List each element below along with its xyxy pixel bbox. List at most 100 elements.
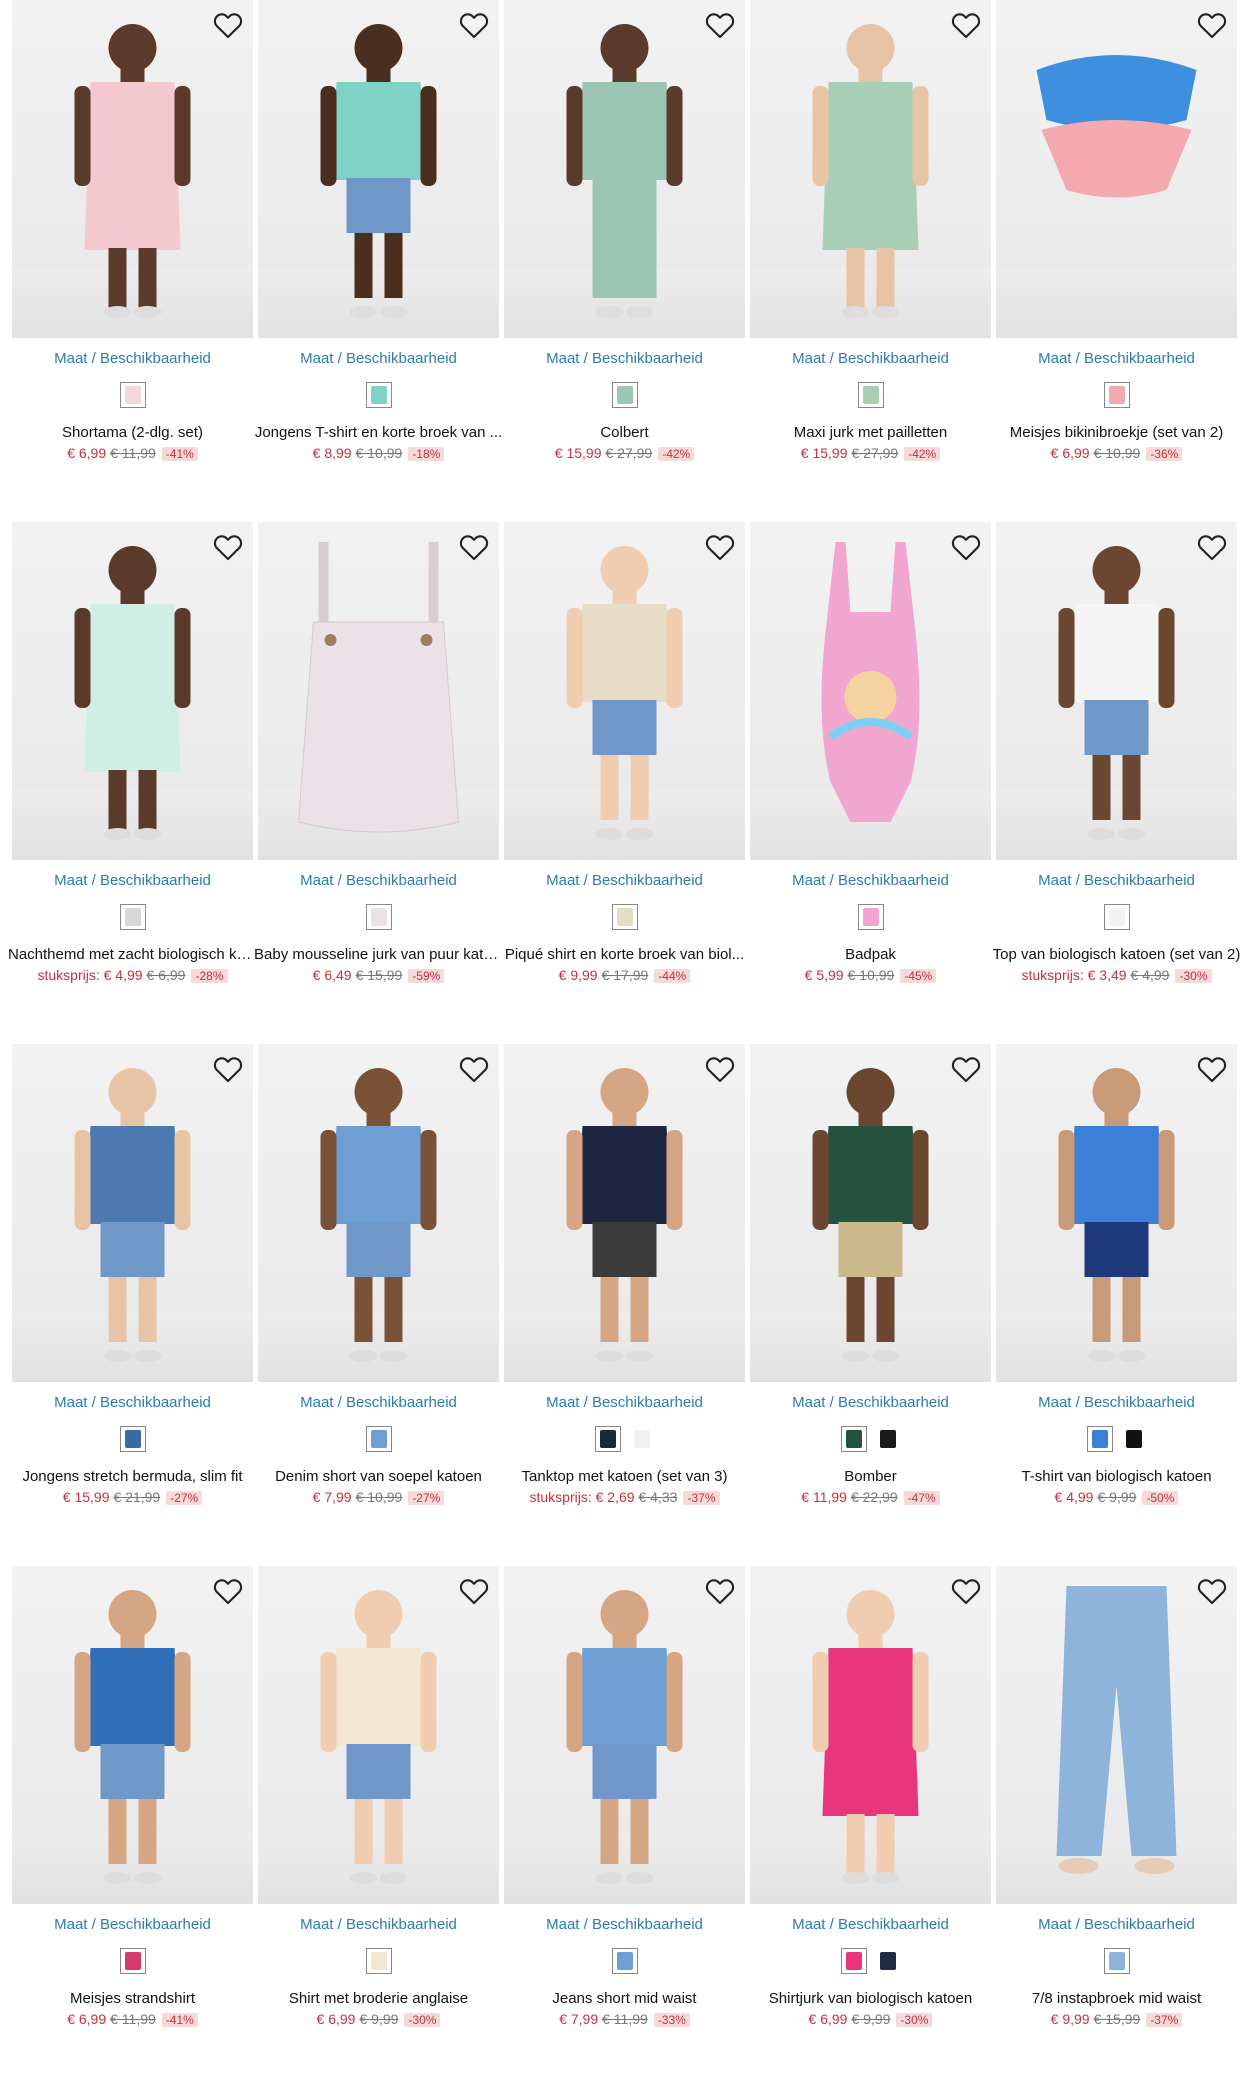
- product-image[interactable]: [750, 0, 991, 338]
- size-availability-link[interactable]: Maat / Beschikbaarheid: [750, 350, 991, 367]
- product-name[interactable]: Tanktop met katoen (set van 3): [500, 1468, 749, 1485]
- product-name[interactable]: Badpak: [746, 946, 995, 963]
- size-availability-link[interactable]: Maat / Beschikbaarheid: [504, 350, 745, 367]
- size-availability-link[interactable]: Maat / Beschikbaarheid: [504, 1394, 745, 1411]
- product-card[interactable]: Maat / Beschikbaarheid Jongens T-shirt e…: [255, 0, 502, 480]
- product-image[interactable]: [504, 0, 745, 338]
- heart-outline-icon[interactable]: [211, 530, 245, 564]
- product-name[interactable]: Baby mousseline jurk van puur katoen: [254, 946, 503, 963]
- color-swatch[interactable]: [119, 1426, 146, 1452]
- product-image[interactable]: [996, 522, 1237, 860]
- heart-outline-icon[interactable]: [1195, 1574, 1229, 1608]
- heart-outline-icon[interactable]: [703, 8, 737, 42]
- color-swatch[interactable]: [1086, 1426, 1113, 1452]
- product-image[interactable]: [750, 522, 991, 860]
- color-swatch[interactable]: [119, 1948, 146, 1974]
- product-name[interactable]: Shortama (2-dlg. set): [8, 424, 257, 441]
- color-swatch[interactable]: [1103, 904, 1130, 930]
- product-name[interactable]: Maxi jurk met pailletten: [746, 424, 995, 441]
- color-swatch[interactable]: [1103, 1948, 1130, 1974]
- color-swatch[interactable]: [874, 1948, 901, 1974]
- size-availability-link[interactable]: Maat / Beschikbaarheid: [12, 350, 253, 367]
- product-card[interactable]: Maat / Beschikbaarheid Jongens stretch b…: [12, 1044, 253, 1524]
- product-card[interactable]: Maat / Beschikbaarheid Meisjes strandshi…: [12, 1566, 253, 2046]
- product-card[interactable]: Maat / Beschikbaarheid Nachthemd met zac…: [8, 522, 257, 1002]
- product-card[interactable]: Maat / Beschikbaarheid Top van biologisc…: [993, 522, 1240, 1002]
- color-swatch[interactable]: [874, 1426, 901, 1452]
- heart-outline-icon[interactable]: [211, 1574, 245, 1608]
- product-image[interactable]: [996, 1044, 1237, 1382]
- product-name[interactable]: Meisjes strandshirt: [8, 1990, 257, 2007]
- product-name[interactable]: Jongens stretch bermuda, slim fit: [8, 1468, 257, 1485]
- product-card[interactable]: Maat / Beschikbaarheid Colbert € 15,99 € …: [504, 0, 745, 480]
- color-swatch[interactable]: [611, 904, 638, 930]
- color-swatch[interactable]: [1120, 1426, 1147, 1452]
- product-name[interactable]: Jeans short mid waist: [500, 1990, 749, 2007]
- color-swatch[interactable]: [840, 1948, 867, 1974]
- color-swatch[interactable]: [594, 1426, 621, 1452]
- product-name[interactable]: Shirt met broderie anglaise: [254, 1990, 503, 2007]
- product-card[interactable]: Maat / Beschikbaarheid T-shirt van biolo…: [996, 1044, 1237, 1524]
- product-image[interactable]: [12, 0, 253, 338]
- size-availability-link[interactable]: Maat / Beschikbaarheid: [996, 1394, 1237, 1411]
- size-availability-link[interactable]: Maat / Beschikbaarheid: [12, 872, 253, 889]
- product-image[interactable]: [504, 1566, 745, 1904]
- product-card[interactable]: Maat / Beschikbaarheid Shirt met broderi…: [258, 1566, 499, 2046]
- color-swatch[interactable]: [628, 1426, 655, 1452]
- heart-outline-icon[interactable]: [211, 8, 245, 42]
- color-swatch[interactable]: [857, 904, 884, 930]
- size-availability-link[interactable]: Maat / Beschikbaarheid: [504, 1916, 745, 1933]
- product-name[interactable]: Jongens T-shirt en korte broek van ...: [254, 424, 503, 441]
- product-image[interactable]: [996, 1566, 1237, 1904]
- heart-outline-icon[interactable]: [949, 8, 983, 42]
- size-availability-link[interactable]: Maat / Beschikbaarheid: [750, 1394, 991, 1411]
- size-availability-link[interactable]: Maat / Beschikbaarheid: [258, 1916, 499, 1933]
- size-availability-link[interactable]: Maat / Beschikbaarheid: [750, 1916, 991, 1933]
- size-availability-link[interactable]: Maat / Beschikbaarheid: [12, 1394, 253, 1411]
- product-name[interactable]: Nachthemd met zacht biologisch ka...: [8, 946, 257, 963]
- product-name[interactable]: 7/8 instapbroek mid waist: [992, 1990, 1241, 2007]
- product-image[interactable]: [996, 0, 1237, 338]
- product-image[interactable]: [750, 1566, 991, 1904]
- heart-outline-icon[interactable]: [703, 1052, 737, 1086]
- size-availability-link[interactable]: Maat / Beschikbaarheid: [996, 872, 1237, 889]
- product-card[interactable]: Maat / Beschikbaarheid Denim short van s…: [258, 1044, 499, 1524]
- product-name[interactable]: Shirtjurk van biologisch katoen: [746, 1990, 995, 2007]
- heart-outline-icon[interactable]: [457, 1052, 491, 1086]
- color-swatch[interactable]: [365, 1948, 392, 1974]
- product-name[interactable]: Piqué shirt en korte broek van biol...: [500, 946, 749, 963]
- product-card[interactable]: Maat / Beschikbaarheid Badpak € 5,99 € 10…: [750, 522, 991, 1002]
- product-name[interactable]: Meisjes bikinibroekje (set van 2): [992, 424, 1241, 441]
- product-name[interactable]: T-shirt van biologisch katoen: [992, 1468, 1241, 1485]
- size-availability-link[interactable]: Maat / Beschikbaarheid: [504, 872, 745, 889]
- color-swatch[interactable]: [611, 1948, 638, 1974]
- heart-outline-icon[interactable]: [457, 8, 491, 42]
- product-name[interactable]: Denim short van soepel katoen: [254, 1468, 503, 1485]
- product-name[interactable]: Colbert: [500, 424, 749, 441]
- product-image[interactable]: [750, 1044, 991, 1382]
- product-image[interactable]: [12, 1566, 253, 1904]
- product-card[interactable]: Maat / Beschikbaarheid Bomber € 11,99 € 2…: [750, 1044, 991, 1524]
- size-availability-link[interactable]: Maat / Beschikbaarheid: [258, 350, 499, 367]
- product-image[interactable]: [258, 0, 499, 338]
- color-swatch[interactable]: [119, 382, 146, 408]
- heart-outline-icon[interactable]: [211, 1052, 245, 1086]
- size-availability-link[interactable]: Maat / Beschikbaarheid: [750, 872, 991, 889]
- color-swatch[interactable]: [840, 1426, 867, 1452]
- product-name[interactable]: Bomber: [746, 1468, 995, 1485]
- product-image[interactable]: [258, 1044, 499, 1382]
- heart-outline-icon[interactable]: [949, 1574, 983, 1608]
- product-card[interactable]: Maat / Beschikbaarheid Shirtjurk van bio…: [750, 1566, 991, 2046]
- product-image[interactable]: [258, 1566, 499, 1904]
- heart-outline-icon[interactable]: [457, 1574, 491, 1608]
- color-swatch[interactable]: [857, 382, 884, 408]
- size-availability-link[interactable]: Maat / Beschikbaarheid: [258, 1394, 499, 1411]
- product-card[interactable]: Maat / Beschikbaarheid Baby mousseline j…: [254, 522, 503, 1002]
- product-card[interactable]: Maat / Beschikbaarheid Jeans short mid w…: [504, 1566, 745, 2046]
- color-swatch[interactable]: [1103, 382, 1130, 408]
- size-availability-link[interactable]: Maat / Beschikbaarheid: [258, 872, 499, 889]
- heart-outline-icon[interactable]: [1195, 8, 1229, 42]
- color-swatch[interactable]: [611, 382, 638, 408]
- heart-outline-icon[interactable]: [1195, 1052, 1229, 1086]
- product-card[interactable]: Maat / Beschikbaarheid Piqué shirt en ko…: [504, 522, 745, 1002]
